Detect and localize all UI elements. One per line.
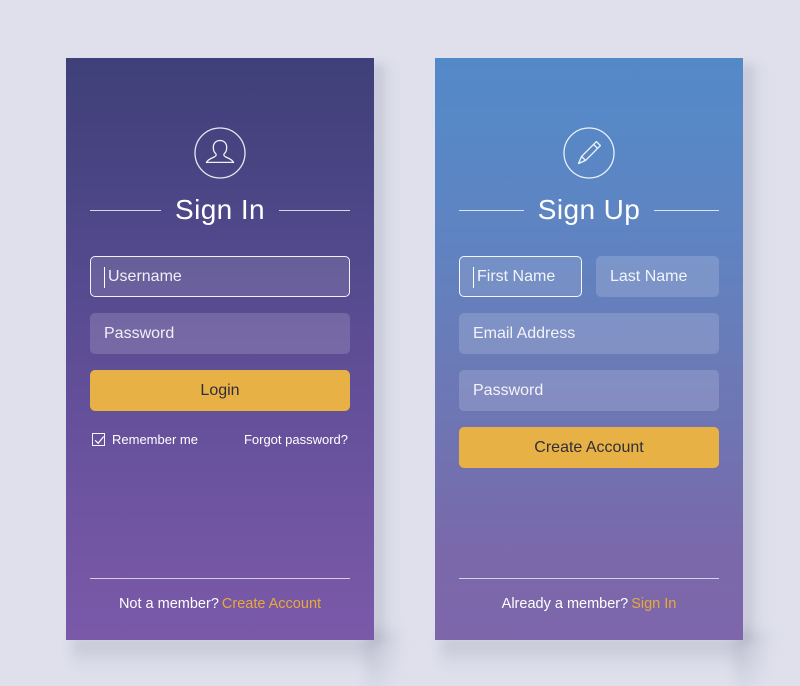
- sign-in-link[interactable]: Sign In: [631, 596, 676, 612]
- signup-card-shadow-right: [741, 64, 767, 642]
- text-caret: [473, 267, 474, 288]
- footer-text-row: Not a member? Create Account: [90, 596, 350, 612]
- sign-in-title: Sign In: [175, 194, 265, 225]
- remember-me-label: Remember me: [112, 432, 198, 447]
- sign-up-card: Sign Up First Name Last Name Email Addre…: [435, 58, 743, 640]
- footer-divider: [90, 578, 350, 579]
- sign-in-options: Remember me Forgot password?: [90, 432, 350, 447]
- password-input[interactable]: Password: [90, 313, 350, 354]
- footer-prompt: Not a member?: [118, 596, 219, 612]
- sign-up-header: Sign Up: [459, 194, 720, 226]
- first-name-placeholder: First Name: [477, 267, 556, 285]
- signin-card-shadow-right: [372, 64, 398, 642]
- sign-in-form: Username Password Login Remember me Forg…: [90, 256, 350, 447]
- title-rule-right: [654, 209, 720, 211]
- signin-card-shadow-bottom: [72, 638, 372, 668]
- footer-prompt: Already a member?: [501, 596, 629, 612]
- user-avatar-icon: [194, 127, 246, 179]
- email-placeholder: Email Address: [473, 324, 576, 342]
- email-input[interactable]: Email Address: [459, 313, 719, 354]
- title-rule-left: [459, 209, 524, 211]
- last-name-placeholder: Last Name: [610, 267, 688, 285]
- username-input[interactable]: Username: [90, 256, 350, 297]
- footer-text-row: Already a member? Sign In: [459, 596, 719, 612]
- sign-up-title: Sign Up: [537, 194, 641, 225]
- forgot-password-link[interactable]: Forgot password?: [244, 432, 348, 447]
- title-rule-left: [90, 209, 162, 211]
- pencil-edit-icon: [563, 127, 615, 179]
- first-name-input[interactable]: First Name: [459, 256, 582, 297]
- text-caret: [104, 267, 105, 288]
- password-input[interactable]: Password: [459, 370, 719, 411]
- last-name-input[interactable]: Last Name: [596, 256, 719, 297]
- sign-in-header: Sign In: [90, 194, 351, 226]
- password-placeholder: Password: [473, 381, 544, 399]
- remember-me-control[interactable]: Remember me: [92, 432, 198, 447]
- create-account-button[interactable]: Create Account: [459, 427, 719, 468]
- login-button[interactable]: Login: [90, 370, 350, 411]
- checkmark-icon: [94, 436, 104, 444]
- sign-up-form: First Name Last Name Email Address Passw…: [459, 256, 719, 468]
- signin-card-shadow-corner: [366, 632, 406, 686]
- sign-in-card: Sign In Username Password Login Remember…: [66, 58, 374, 640]
- footer-divider: [459, 578, 719, 579]
- sign-in-footer: Not a member? Create Account: [90, 578, 350, 612]
- signup-card-shadow-corner: [735, 632, 775, 686]
- name-field-row: First Name Last Name: [459, 256, 719, 313]
- username-placeholder: Username: [108, 267, 182, 285]
- signup-card-shadow-bottom: [441, 638, 741, 668]
- remember-me-checkbox[interactable]: [92, 433, 105, 446]
- password-placeholder: Password: [104, 324, 175, 342]
- create-account-link[interactable]: Create Account: [222, 596, 321, 612]
- title-rule-right: [279, 209, 351, 211]
- sign-up-footer: Already a member? Sign In: [459, 578, 719, 612]
- screen: Sign In Username Password Login Remember…: [0, 0, 800, 686]
